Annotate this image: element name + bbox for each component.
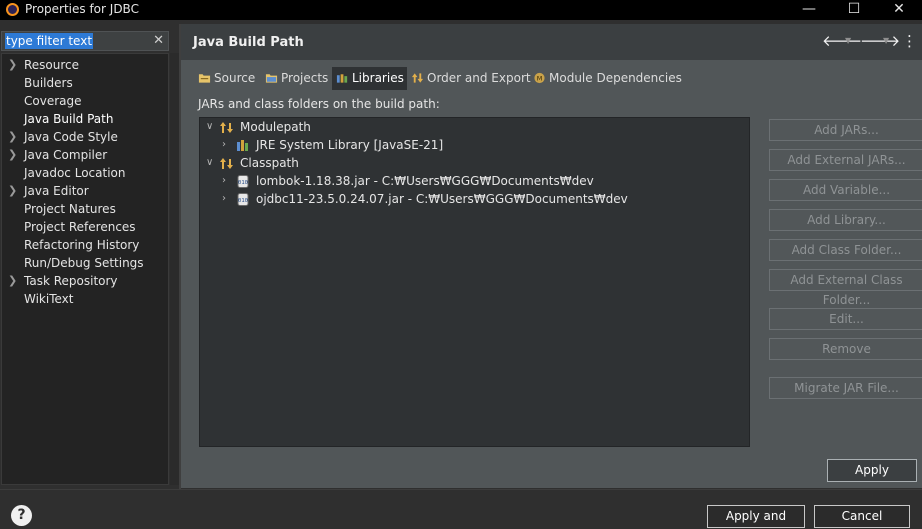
chevron-right-icon[interactable]: ❯ [8, 182, 17, 200]
apply-button[interactable]: Apply [827, 459, 917, 482]
nav-item-java-compiler[interactable]: ❯ Java Compiler [2, 146, 168, 164]
clear-filter-icon[interactable]: ✕ [153, 33, 164, 49]
module-dependencies-icon: M [534, 72, 545, 84]
nav-item-project-references[interactable]: Project References [2, 218, 168, 236]
chevron-right-icon[interactable]: ❯ [8, 56, 17, 74]
page-header: Java Build Path 🡐 ▼ 🡒 ▼ ⋮ [181, 24, 922, 60]
close-window-button[interactable]: ✕ [876, 0, 922, 20]
nav-item-java-build-path[interactable]: Java Build Path [2, 110, 168, 128]
nav-item-run-debug-settings[interactable]: Run/Debug Settings [2, 254, 168, 272]
tree-node-modulepath[interactable]: ∨ Modulepath [206, 118, 506, 136]
filter-input[interactable]: type filter text ✕ [1, 31, 169, 51]
svg-text:M: M [537, 75, 543, 83]
tab-module-dependencies[interactable]: M Module Dependencies [529, 67, 682, 90]
library-icon [237, 140, 248, 151]
libraries-tab-content: JARs and class folders on the build path… [194, 90, 922, 450]
tab-order-and-export[interactable]: Order and Export [407, 67, 531, 90]
tree-node-classpath[interactable]: ∨ Classpath [206, 154, 506, 172]
forward-arrow-icon[interactable]: 🡒 [860, 32, 900, 50]
help-icon[interactable]: ? [11, 505, 32, 526]
edit-button[interactable]: Edit... [769, 308, 922, 330]
container-icon [220, 122, 233, 133]
nav-item-java-editor[interactable]: ❯ Java Editor [2, 182, 168, 200]
chevron-right-icon[interactable]: ❯ [8, 146, 17, 164]
maximize-button[interactable]: ☐ [831, 0, 877, 20]
left-panel: type filter text ✕ ❯ Resource Builders Co… [0, 24, 181, 488]
nav-item-resource[interactable]: ❯ Resource [2, 56, 168, 74]
chevron-down-icon[interactable]: ∨ [206, 118, 216, 136]
jar-icon: 010 [237, 193, 249, 206]
add-external-class-folder-button[interactable]: Add External Class Folder... [769, 269, 922, 307]
tree-node-lombok-jar[interactable]: › 010 lombok-1.18.38.jar - C:₩Users₩GGG₩… [222, 172, 722, 190]
tree-node-jre-library[interactable]: › JRE System Library [JavaSE-21] [222, 136, 522, 154]
jars-label: JARs and class folders on the build path… [198, 97, 440, 111]
chevron-down-icon[interactable]: ∨ [206, 154, 216, 172]
right-panel: Java Build Path 🡐 ▼ 🡒 ▼ ⋮ Source Project… [181, 24, 922, 488]
tree-node-ojdbc-jar[interactable]: › 010 ojdbc11-23.5.0.24.07.jar - C:₩User… [222, 190, 722, 208]
add-external-jars-button[interactable]: Add External JARs... [769, 149, 922, 171]
libraries-icon [336, 74, 348, 83]
nav-item-java-code-style[interactable]: ❯ Java Code Style [2, 128, 168, 146]
build-path-tree[interactable]: ∨ Modulepath › JRE System Library [JavaS… [199, 117, 750, 447]
tab-source[interactable]: Source [194, 67, 255, 90]
nav-item-coverage[interactable]: Coverage [2, 92, 168, 110]
back-dropdown-icon[interactable]: ▼ [845, 36, 851, 45]
tab-projects[interactable]: Projects [261, 67, 328, 90]
cancel-button[interactable]: Cancel [814, 505, 910, 528]
chevron-right-icon[interactable]: ❯ [8, 272, 17, 290]
chevron-right-icon[interactable]: › [222, 190, 232, 208]
nav-item-project-natures[interactable]: Project Natures [2, 200, 168, 218]
add-variable-button[interactable]: Add Variable... [769, 179, 922, 201]
source-folder-icon [198, 74, 211, 83]
forward-dropdown-icon[interactable]: ▼ [883, 36, 889, 45]
chevron-right-icon[interactable]: › [222, 172, 232, 190]
nav-item-builders[interactable]: Builders [2, 74, 168, 92]
page-title: Java Build Path [193, 35, 304, 50]
projects-icon [265, 74, 278, 83]
nav-item-refactoring-history[interactable]: Refactoring History [2, 236, 168, 254]
back-arrow-icon[interactable]: 🡐 [822, 32, 862, 50]
add-library-button[interactable]: Add Library... [769, 209, 922, 231]
svg-text:010: 010 [238, 180, 248, 186]
build-path-tabs: Source Projects Libraries Order and Expo… [194, 67, 922, 90]
migrate-jar-button[interactable]: Migrate JAR File... [769, 377, 922, 399]
nav-item-wikitext[interactable]: WikiText [2, 290, 168, 308]
remove-button[interactable]: Remove [769, 338, 922, 360]
add-class-folder-button[interactable]: Add Class Folder... [769, 239, 922, 261]
view-menu-icon[interactable]: ⋮ [902, 32, 917, 50]
tab-libraries[interactable]: Libraries [332, 67, 407, 90]
eclipse-icon [6, 3, 19, 16]
nav-item-task-repository[interactable]: ❯ Task Repository [2, 272, 168, 290]
chevron-right-icon[interactable]: ❯ [8, 128, 17, 146]
chevron-right-icon[interactable]: › [222, 136, 232, 154]
nav-item-javadoc-location[interactable]: Javadoc Location [2, 164, 168, 182]
window-title: Properties for JDBC [25, 2, 139, 16]
add-jars-button[interactable]: Add JARs... [769, 119, 922, 141]
svg-text:010: 010 [238, 198, 248, 204]
minimize-button[interactable]: — [786, 0, 832, 20]
jar-icon: 010 [237, 175, 249, 188]
order-export-icon [411, 73, 424, 83]
title-bar: Properties for JDBC — ☐ ✕ [0, 0, 922, 20]
property-page-tree: ❯ Resource Builders Coverage Java Build P… [1, 53, 169, 485]
apply-and-close-button[interactable]: Apply and Close [707, 505, 805, 528]
container-icon [220, 158, 233, 169]
dialog-footer: ? Apply and Close Cancel [0, 489, 922, 529]
filter-input-text[interactable]: type filter text [5, 33, 94, 49]
